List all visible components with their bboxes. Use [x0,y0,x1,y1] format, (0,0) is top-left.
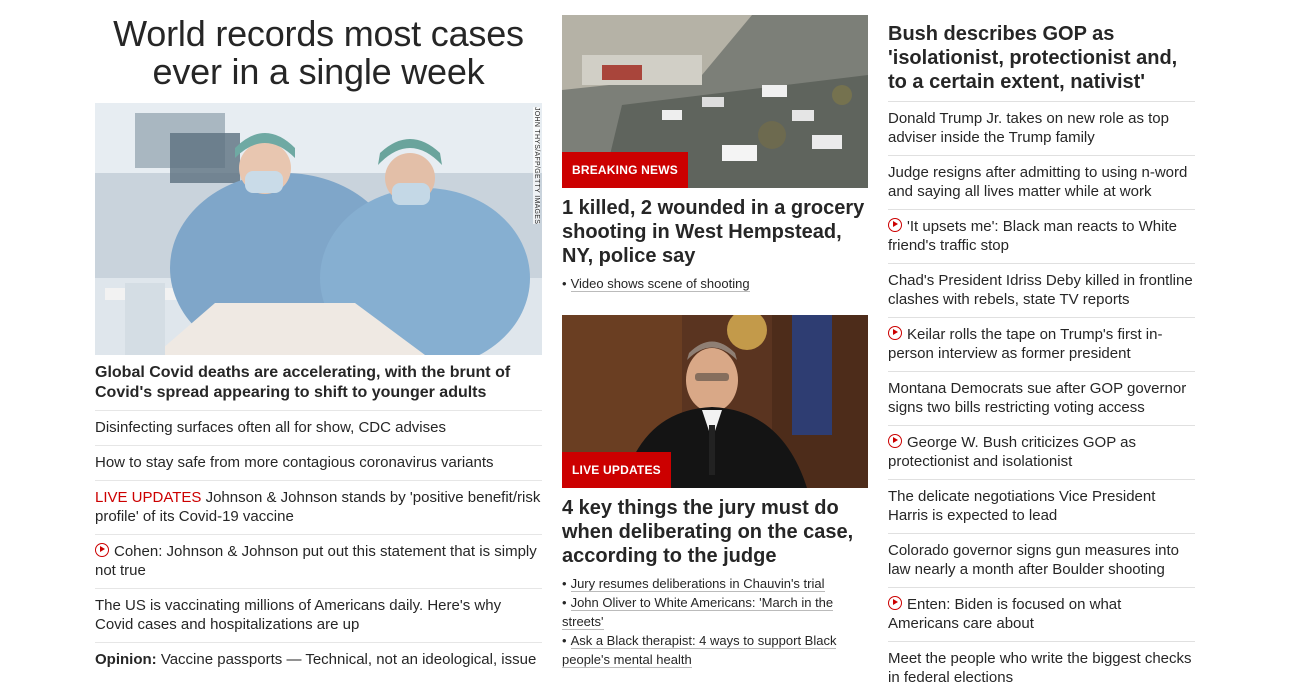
related-link[interactable]: • John Oliver to White Americans: 'March … [562,593,868,631]
live-updates-label: LIVE UPDATES [95,489,202,506]
list-item[interactable]: Colorado governor signs gun measures int… [888,534,1195,588]
medical-staff-illustration [95,103,542,355]
play-video-icon [888,326,902,340]
list-item-text: Cohen: Johnson & Johnson put out this st… [95,543,537,579]
related-links: • Video shows scene of shooting [562,274,868,293]
list-item[interactable]: Cohen: Johnson & Johnson put out this st… [95,535,542,589]
lead-headline[interactable]: World records most cases ever in a singl… [95,15,542,91]
list-item-text: The US is vaccinating millions of Americ… [95,597,502,633]
list-item-text: Meet the people who write the biggest ch… [888,650,1192,686]
list-item[interactable]: The US is vaccinating millions of Americ… [95,589,542,643]
headlines-column: Bush describes GOP as 'isolationist, pro… [888,0,1195,694]
secondary-stories-column: BREAKING NEWS 1 killed, 2 wounded in a g… [562,0,868,669]
play-video-icon [888,218,902,232]
list-item-text: Keilar rolls the tape on Trump's first i… [888,326,1163,362]
lead-image[interactable]: JOHN THYS/AFP/GETTY IMAGES [95,103,542,355]
related-link-text: Video shows scene of shooting [570,276,750,292]
related-link[interactable]: • Jury resumes deliberations in Chauvin's… [562,574,868,593]
list-item-text: Donald Trump Jr. takes on new role as to… [888,110,1169,146]
image-credit: JOHN THYS/AFP/GETTY IMAGES [533,107,540,225]
list-item-text: Vaccine passports — Technical, not an id… [160,651,537,668]
related-link[interactable]: • Ask a Black therapist: 4 ways to suppor… [562,631,868,669]
bullet-dot: • [562,276,567,291]
list-item-text: Judge resigns after admitting to using n… [888,164,1188,200]
list-item-text: 'It upsets me': Black man reacts to Whit… [888,218,1177,254]
list-item-text: Chad's President Idriss Deby killed in f… [888,272,1193,308]
bullet-dot: • [562,595,567,610]
list-item[interactable]: Meet the people who write the biggest ch… [888,642,1195,694]
play-video-icon [888,596,902,610]
list-item[interactable]: 'It upsets me': Black man reacts to Whit… [888,210,1195,264]
related-link-text: Ask a Black therapist: 4 ways to support… [562,633,837,668]
list-item[interactable]: Chad's President Idriss Deby killed in f… [888,264,1195,318]
judge-image[interactable]: LIVE UPDATES [562,315,868,488]
list-item[interactable]: LIVE UPDATES Johnson & Johnson stands by… [95,481,542,535]
grocery-shooting-image[interactable]: BREAKING NEWS [562,15,868,188]
list-item-text: George W. Bush criticizes GOP as protect… [888,434,1136,470]
list-item[interactable]: Donald Trump Jr. takes on new role as to… [888,102,1195,156]
play-video-icon [888,434,902,448]
column-headline[interactable]: Bush describes GOP as 'isolationist, pro… [888,22,1195,102]
list-item[interactable]: George W. Bush criticizes GOP as protect… [888,426,1195,480]
list-item-text: Enten: Biden is focused on what American… [888,596,1122,632]
list-item[interactable]: Enten: Biden is focused on what American… [888,588,1195,642]
list-item[interactable]: How to stay safe from more contagious co… [95,446,542,481]
list-item[interactable]: The delicate negotiations Vice President… [888,480,1195,534]
list-item[interactable]: Judge resigns after admitting to using n… [888,156,1195,210]
live-updates-badge: LIVE UPDATES [562,452,671,488]
list-item-text: Colorado governor signs gun measures int… [888,542,1179,578]
breaking-news-badge: BREAKING NEWS [562,152,688,188]
card-headline[interactable]: 4 key things the jury must do when delib… [562,496,868,568]
opinion-label: Opinion: [95,651,157,668]
related-link[interactable]: • Video shows scene of shooting [562,274,868,293]
play-video-icon [95,543,109,557]
list-item-text: Montana Democrats sue after GOP governor… [888,380,1187,416]
list-item[interactable]: Opinion: Vaccine passports — Technical, … [95,643,542,677]
list-item[interactable]: Disinfecting surfaces often all for show… [95,411,542,446]
main-story-column: World records most cases ever in a singl… [95,0,542,677]
list-item-text: Disinfecting surfaces often all for show… [95,419,446,436]
bullet-dot: • [562,633,567,648]
card-headline[interactable]: 1 killed, 2 wounded in a grocery shootin… [562,196,868,268]
list-item[interactable]: Keilar rolls the tape on Trump's first i… [888,318,1195,372]
bullet-dot: • [562,576,567,591]
list-item-text: How to stay safe from more contagious co… [95,454,494,471]
list-item[interactable]: Montana Democrats sue after GOP governor… [888,372,1195,426]
related-links: • Jury resumes deliberations in Chauvin's… [562,574,868,669]
related-link-text: John Oliver to White Americans: 'March i… [562,595,834,630]
list-item-text: The delicate negotiations Vice President… [888,488,1156,524]
related-link-text: Jury resumes deliberations in Chauvin's … [570,576,825,592]
lead-subheadline[interactable]: Global Covid deaths are accelerating, wi… [95,363,542,411]
